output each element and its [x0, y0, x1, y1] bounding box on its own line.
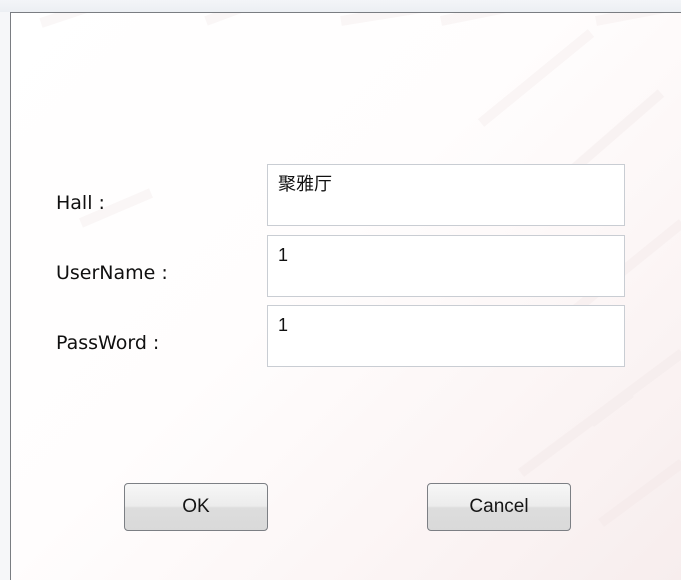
window-top-bar	[0, 0, 681, 12]
password-label: PassWord :	[56, 332, 160, 354]
username-field[interactable]: 1	[267, 235, 625, 297]
ok-button[interactable]: OK	[124, 483, 268, 531]
hall-field[interactable]: 聚雅厅	[267, 164, 625, 226]
hall-label: Hall :	[56, 192, 105, 214]
cancel-button[interactable]: Cancel	[427, 483, 571, 531]
login-dialog-screen: Hall : 聚雅厅 UserName : 1 PassWord : 1 OK …	[0, 0, 681, 580]
username-label: UserName :	[56, 262, 168, 284]
dialog-window: Hall : 聚雅厅 UserName : 1 PassWord : 1 OK …	[10, 12, 681, 580]
password-field[interactable]: 1	[267, 305, 625, 367]
